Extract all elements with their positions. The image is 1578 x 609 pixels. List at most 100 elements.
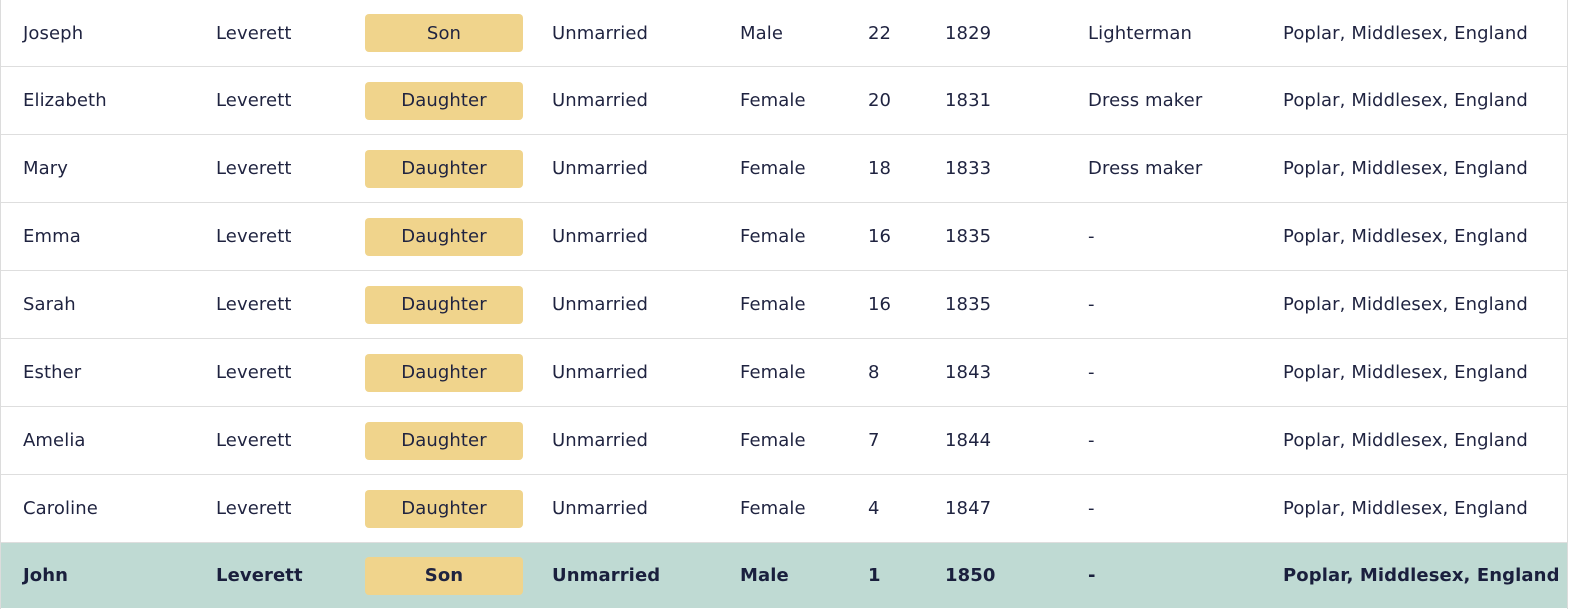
age: 20: [868, 90, 892, 111]
birth-year: 1844: [945, 430, 992, 451]
first-name: Joseph: [23, 22, 84, 44]
first-name: Mary: [23, 158, 69, 179]
relationship-cell: Son: [365, 0, 523, 66]
birthplace: Poplar, Middlesex, England: [1283, 430, 1528, 451]
birthplace: Poplar, Middlesex, England: [1283, 362, 1528, 383]
relationship-badge: Daughter: [365, 489, 523, 528]
first-name: Sarah: [23, 294, 76, 315]
birthplace: Poplar, Middlesex, England: [1283, 158, 1528, 179]
birth-year: 1831: [945, 90, 992, 111]
birthplace: Poplar, Middlesex, England: [1283, 226, 1528, 247]
relationship-cell: Daughter: [365, 203, 523, 270]
table-row[interactable]: Joseph Leverett Son Unmarried Male 22 18…: [1, 0, 1567, 67]
marital-condition: Unmarried: [552, 226, 649, 247]
table-row[interactable]: Emma Leverett Daughter Unmarried Female …: [1, 203, 1567, 271]
sex: Female: [740, 430, 806, 451]
occupation: -: [1088, 498, 1095, 519]
birthplace: Poplar, Middlesex, England: [1283, 294, 1528, 315]
relationship-badge: Daughter: [365, 149, 523, 188]
table-row[interactable]: Elizabeth Leverett Daughter Unmarried Fe…: [1, 67, 1567, 135]
first-name: Caroline: [23, 498, 98, 519]
age: 16: [868, 226, 892, 247]
relationship-badge: Daughter: [365, 421, 523, 460]
relationship-cell: Son: [365, 543, 523, 608]
occupation: -: [1088, 226, 1095, 247]
table-row[interactable]: Caroline Leverett Daughter Unmarried Fem…: [1, 475, 1567, 543]
occupation: Dress maker: [1088, 90, 1203, 111]
age: 22: [868, 22, 892, 44]
sex: Female: [740, 498, 806, 519]
relationship-badge: Son: [365, 14, 523, 52]
table-row-selected[interactable]: John Leverett Son Unmarried Male 1 1850 …: [1, 543, 1567, 608]
marital-condition: Unmarried: [552, 22, 649, 44]
marital-condition: Unmarried: [552, 498, 649, 519]
marital-condition: Unmarried: [552, 430, 649, 451]
birthplace: Poplar, Middlesex, England: [1283, 22, 1528, 44]
last-name: Leverett: [216, 362, 292, 383]
birth-year: 1835: [945, 226, 992, 247]
birth-year: 1850: [945, 565, 996, 586]
marital-condition: Unmarried: [552, 294, 649, 315]
occupation: -: [1088, 430, 1095, 451]
age: 7: [868, 430, 880, 451]
relationship-badge: Son: [365, 556, 523, 595]
last-name: Leverett: [216, 565, 303, 586]
relationship-cell: Daughter: [365, 135, 523, 202]
first-name: Elizabeth: [23, 90, 107, 111]
sex: Female: [740, 362, 806, 383]
relationship-badge: Daughter: [365, 353, 523, 392]
first-name: John: [23, 565, 69, 586]
first-name: Emma: [23, 226, 81, 247]
age: 18: [868, 158, 892, 179]
first-name: Amelia: [23, 430, 86, 451]
marital-condition: Unmarried: [552, 565, 661, 586]
relationship-badge: Daughter: [365, 285, 523, 324]
table-row[interactable]: Sarah Leverett Daughter Unmarried Female…: [1, 271, 1567, 339]
last-name: Leverett: [216, 158, 292, 179]
birth-year: 1847: [945, 498, 992, 519]
relationship-cell: Daughter: [365, 67, 523, 134]
birth-year: 1829: [945, 22, 992, 44]
occupation: -: [1088, 362, 1095, 383]
last-name: Leverett: [216, 430, 292, 451]
birthplace: Poplar, Middlesex, England: [1283, 90, 1528, 111]
occupation: -: [1088, 565, 1096, 586]
age: 1: [868, 565, 881, 586]
relationship-badge: Daughter: [365, 81, 523, 120]
birth-year: 1835: [945, 294, 992, 315]
age: 4: [868, 498, 880, 519]
birthplace: Poplar, Middlesex, England: [1283, 565, 1560, 586]
last-name: Leverett: [216, 90, 292, 111]
relationship-cell: Daughter: [365, 339, 523, 406]
occupation: -: [1088, 294, 1095, 315]
relationship-badge: Daughter: [365, 217, 523, 256]
last-name: Leverett: [216, 22, 292, 44]
age: 8: [868, 362, 880, 383]
table-row[interactable]: Mary Leverett Daughter Unmarried Female …: [1, 135, 1567, 203]
first-name: Esther: [23, 362, 82, 383]
relationship-cell: Daughter: [365, 475, 523, 542]
occupation: Lighterman: [1088, 22, 1193, 44]
sex: Female: [740, 90, 806, 111]
relationship-cell: Daughter: [365, 407, 523, 474]
birth-year: 1843: [945, 362, 992, 383]
table-row[interactable]: Amelia Leverett Daughter Unmarried Femal…: [1, 407, 1567, 475]
sex: Male: [740, 22, 784, 44]
marital-condition: Unmarried: [552, 90, 649, 111]
marital-condition: Unmarried: [552, 362, 649, 383]
household-table: Joseph Leverett Son Unmarried Male 22 18…: [0, 0, 1568, 609]
birth-year: 1833: [945, 158, 992, 179]
last-name: Leverett: [216, 226, 292, 247]
sex: Female: [740, 158, 806, 179]
age: 16: [868, 294, 892, 315]
last-name: Leverett: [216, 498, 292, 519]
sex: Female: [740, 226, 806, 247]
sex: Female: [740, 294, 806, 315]
relationship-cell: Daughter: [365, 271, 523, 338]
marital-condition: Unmarried: [552, 158, 649, 179]
last-name: Leverett: [216, 294, 292, 315]
birthplace: Poplar, Middlesex, England: [1283, 498, 1528, 519]
sex: Male: [740, 565, 789, 586]
occupation: Dress maker: [1088, 158, 1203, 179]
table-row[interactable]: Esther Leverett Daughter Unmarried Femal…: [1, 339, 1567, 407]
